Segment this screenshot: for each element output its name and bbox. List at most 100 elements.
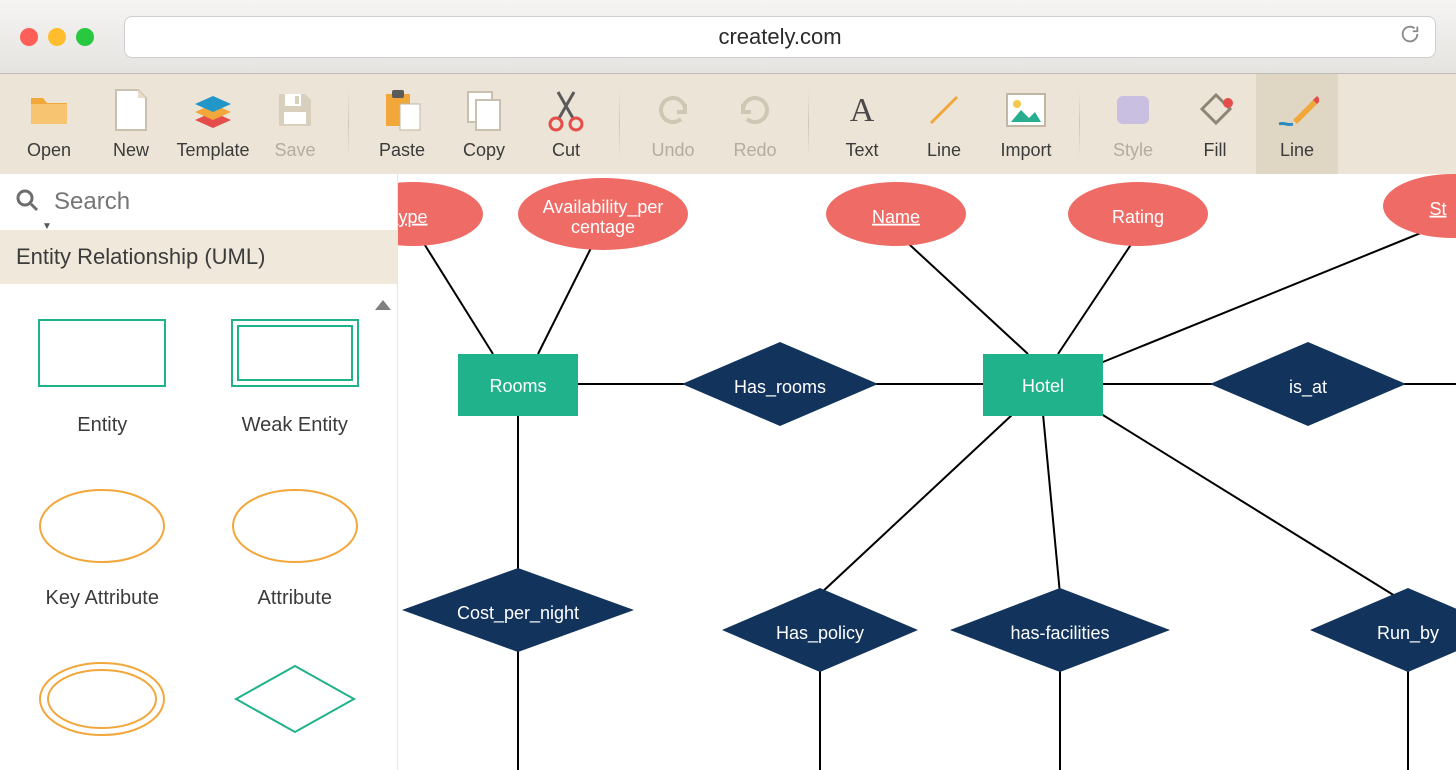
reload-icon[interactable] bbox=[1399, 23, 1421, 51]
shape-label: Attribute bbox=[258, 587, 332, 610]
url-bar[interactable]: creately.com bbox=[124, 16, 1436, 58]
save-icon bbox=[273, 88, 317, 132]
relation-label: has-facilities bbox=[1010, 623, 1109, 643]
undo-button[interactable]: Undo bbox=[632, 74, 714, 174]
attr-label: ype bbox=[398, 207, 427, 227]
relation-label: is_at bbox=[1289, 377, 1327, 398]
line-style-button[interactable]: Line bbox=[1256, 74, 1338, 174]
line-tool-button[interactable]: Line bbox=[903, 74, 985, 174]
style-button[interactable]: Style bbox=[1092, 74, 1174, 174]
attribute-shape-icon bbox=[230, 487, 360, 565]
save-button[interactable]: Save bbox=[254, 74, 336, 174]
category-label: Entity Relationship (UML) bbox=[16, 244, 265, 269]
relation-cost-per-night[interactable]: Cost_per_night bbox=[402, 568, 634, 652]
diagram-edges bbox=[418, 226, 1456, 770]
line-icon bbox=[922, 88, 966, 132]
svg-text:A: A bbox=[850, 92, 875, 129]
pencil-icon bbox=[1275, 88, 1319, 132]
entity-label: Rooms bbox=[489, 376, 546, 396]
workspace: ▼ Entity Relationship (UML) Entity Weak … bbox=[0, 174, 1456, 770]
line-tool-label: Line bbox=[927, 140, 961, 161]
relation-is-at[interactable]: is_at bbox=[1210, 342, 1406, 426]
toolbar-separator bbox=[808, 90, 809, 158]
copy-button[interactable]: Copy bbox=[443, 74, 525, 174]
search-icon[interactable] bbox=[14, 187, 40, 218]
relation-has-rooms[interactable]: Has_rooms bbox=[682, 342, 878, 426]
shape-relationship[interactable] bbox=[209, 660, 382, 738]
attribute-rating[interactable]: Rating bbox=[1068, 182, 1208, 246]
copy-label: Copy bbox=[463, 140, 505, 161]
undo-icon bbox=[651, 88, 695, 132]
search-row: ▼ bbox=[0, 174, 397, 230]
toolbar-separator bbox=[619, 90, 620, 158]
new-file-icon bbox=[109, 88, 153, 132]
url-text: creately.com bbox=[718, 24, 841, 50]
cut-icon bbox=[544, 88, 588, 132]
relation-has-policy[interactable]: Has_policy bbox=[722, 588, 918, 672]
undo-label: Undo bbox=[651, 140, 694, 161]
close-window-icon[interactable] bbox=[20, 28, 38, 46]
import-icon bbox=[1004, 88, 1048, 132]
dropdown-icon[interactable]: ▼ bbox=[42, 221, 52, 232]
shape-category-header[interactable]: Entity Relationship (UML) bbox=[0, 230, 397, 284]
text-icon: A bbox=[840, 88, 884, 132]
redo-button[interactable]: Redo bbox=[714, 74, 796, 174]
entity-shape-icon bbox=[37, 314, 167, 392]
relationship-shape-icon bbox=[230, 660, 360, 738]
browser-chrome: creately.com bbox=[0, 0, 1456, 74]
attr-label: Rating bbox=[1112, 207, 1164, 227]
new-label: New bbox=[113, 140, 149, 161]
shape-weak-entity[interactable]: Weak Entity bbox=[209, 314, 382, 437]
import-label: Import bbox=[1000, 140, 1051, 161]
text-tool-button[interactable]: A Text bbox=[821, 74, 903, 174]
shape-attribute[interactable]: Attribute bbox=[209, 487, 382, 610]
open-button[interactable]: Open bbox=[8, 74, 90, 174]
paste-label: Paste bbox=[379, 140, 425, 161]
template-button[interactable]: Template bbox=[172, 74, 254, 174]
shape-grid: Entity Weak Entity Key Attribute Attribu… bbox=[0, 284, 397, 770]
fill-button[interactable]: Fill bbox=[1174, 74, 1256, 174]
minimize-window-icon[interactable] bbox=[48, 28, 66, 46]
relation-run-by[interactable]: Run_by bbox=[1310, 588, 1456, 672]
attribute-availability[interactable]: Availability_per centage bbox=[518, 178, 688, 250]
attribute-st[interactable]: St bbox=[1383, 174, 1456, 238]
entity-label: Hotel bbox=[1022, 376, 1064, 396]
shape-multivalued-attribute[interactable] bbox=[16, 660, 189, 738]
fill-label: Fill bbox=[1204, 140, 1227, 161]
attribute-type[interactable]: ype bbox=[398, 182, 483, 246]
relation-label: Has_rooms bbox=[734, 377, 826, 398]
style-label: Style bbox=[1113, 140, 1153, 161]
import-button[interactable]: Import bbox=[985, 74, 1067, 174]
toolbar-separator bbox=[348, 90, 349, 158]
window-controls bbox=[20, 28, 94, 46]
relation-label: Run_by bbox=[1377, 623, 1439, 644]
search-input[interactable] bbox=[54, 188, 383, 216]
new-button[interactable]: New bbox=[90, 74, 172, 174]
entity-rooms[interactable]: Rooms bbox=[458, 354, 578, 416]
copy-icon bbox=[462, 88, 506, 132]
shapes-sidebar: ▼ Entity Relationship (UML) Entity Weak … bbox=[0, 174, 398, 770]
shape-label: Weak Entity bbox=[242, 414, 348, 437]
maximize-window-icon[interactable] bbox=[76, 28, 94, 46]
cut-button[interactable]: Cut bbox=[525, 74, 607, 174]
shape-label: Entity bbox=[77, 414, 127, 437]
toolbar: Open New Template Save bbox=[0, 74, 1456, 174]
key-attribute-shape-icon bbox=[37, 487, 167, 565]
relation-has-facilities[interactable]: has-facilities bbox=[950, 588, 1170, 672]
attribute-name[interactable]: Name bbox=[826, 182, 966, 246]
multivalued-attribute-shape-icon bbox=[37, 660, 167, 738]
cut-label: Cut bbox=[552, 140, 580, 161]
shape-key-attribute[interactable]: Key Attribute bbox=[16, 487, 189, 610]
scroll-up-icon[interactable] bbox=[375, 300, 391, 310]
entity-hotel[interactable]: Hotel bbox=[983, 354, 1103, 416]
folder-icon bbox=[27, 88, 71, 132]
toolbar-separator bbox=[1079, 90, 1080, 158]
fill-icon bbox=[1193, 88, 1237, 132]
attr-label: Availability_per bbox=[543, 197, 664, 218]
paste-button[interactable]: Paste bbox=[361, 74, 443, 174]
relation-label: Cost_per_night bbox=[457, 603, 579, 624]
template-label: Template bbox=[176, 140, 249, 161]
open-label: Open bbox=[27, 140, 71, 161]
shape-entity[interactable]: Entity bbox=[16, 314, 189, 437]
diagram-canvas[interactable]: ype Availability_per centage Name Rating… bbox=[398, 174, 1456, 770]
